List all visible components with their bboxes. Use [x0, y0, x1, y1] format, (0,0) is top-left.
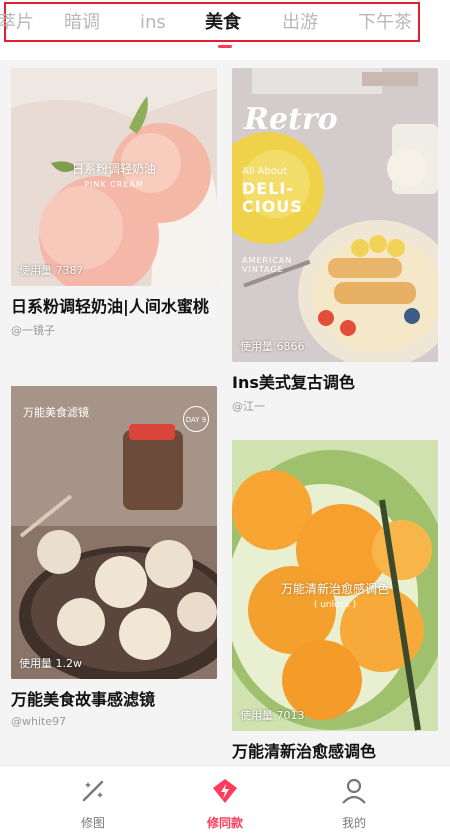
overlay-subtitle: ( unlock ): [313, 600, 357, 610]
magic-wand-icon: [82, 780, 104, 802]
filter-feed[interactable]: 日系粉调轻奶油 PINK CREAM 使用量 7387 日系粉调轻奶油|人间水蜜…: [0, 60, 450, 765]
tab-2[interactable]: ins: [140, 8, 166, 38]
card-author[interactable]: @white97: [11, 715, 217, 728]
overlay-title: Retro: [244, 102, 338, 137]
tab-food[interactable]: 美食: [205, 8, 241, 38]
filter-card[interactable]: 万能美食滤镜 DAY 9 使用量 1.2w 万能美食故事感滤镜 @white97: [11, 386, 217, 728]
usage-count: 使用量 7387: [19, 264, 84, 277]
overlay-title: 日系粉调轻奶油: [71, 162, 156, 176]
tab-1[interactable]: 暗调: [64, 8, 100, 38]
category-tab-bar: 萃片 暗调 ins 美食 出游 下午茶: [0, 0, 450, 60]
card-image[interactable]: 万能美食滤镜 DAY 9 使用量 1.2w: [11, 386, 217, 679]
usage-count: 使用量 1.2w: [19, 657, 82, 670]
usage-count: 使用量 6866: [240, 340, 305, 353]
peach-illustration: [11, 68, 217, 286]
card-image[interactable]: Retro All About DELI-CIOUS AMERICAN VINT…: [232, 68, 438, 362]
card-title[interactable]: Ins美式复古调色: [232, 372, 438, 394]
card-author[interactable]: @一镜子: [11, 322, 217, 338]
overlay-title: 万能美食滤镜: [23, 406, 89, 419]
nav-label: 我的: [341, 816, 366, 830]
filter-card[interactable]: 万能清新治愈感调色 ( unlock ) 使用量 7013 万能清新治愈感调色: [232, 440, 438, 763]
card-title[interactable]: 日系粉调轻奶油|人间水蜜桃: [11, 296, 217, 318]
filter-card[interactable]: Retro All About DELI-CIOUS AMERICAN VINT…: [232, 68, 438, 414]
nav-profile[interactable]: 我的: [314, 776, 394, 831]
card-author[interactable]: @江一: [232, 398, 438, 414]
active-tab-indicator: [218, 45, 232, 48]
lightning-diamond-icon: [213, 779, 237, 803]
usage-count: 使用量 7013: [240, 709, 305, 722]
card-image[interactable]: 万能清新治愈感调色 ( unlock ) 使用量 7013: [232, 440, 438, 731]
nav-label: 修图: [80, 816, 105, 830]
card-title[interactable]: 万能清新治愈感调色: [232, 741, 438, 763]
overlay-headline: DELI-CIOUS: [242, 179, 303, 216]
tab-4[interactable]: 出游: [282, 8, 318, 38]
filter-card[interactable]: 日系粉调轻奶油 PINK CREAM 使用量 7387 日系粉调轻奶油|人间水蜜…: [11, 68, 217, 338]
bottom-navigation: 修图 修同款 我的: [0, 765, 450, 839]
overlay-caption: AMERICAN VINTAGE: [242, 256, 293, 274]
day-badge: DAY 9: [183, 406, 209, 432]
nav-edit[interactable]: 修图: [53, 776, 133, 831]
dumplings-illustration: [11, 386, 217, 679]
overlay-subtitle: All About: [242, 166, 288, 177]
tab-5[interactable]: 下午茶: [358, 8, 412, 38]
nav-label: 修同款: [206, 816, 243, 830]
person-icon: [342, 778, 366, 804]
card-image[interactable]: 日系粉调轻奶油 PINK CREAM 使用量 7387: [11, 68, 217, 286]
overlay-title: 万能清新治愈感调色: [280, 582, 389, 596]
overlay-subtitle: PINK CREAM: [84, 180, 144, 189]
tab-0[interactable]: 萃片: [0, 8, 34, 38]
nav-same-style[interactable]: 修同款: [185, 776, 265, 831]
card-title[interactable]: 万能美食故事感滤镜: [11, 689, 217, 711]
